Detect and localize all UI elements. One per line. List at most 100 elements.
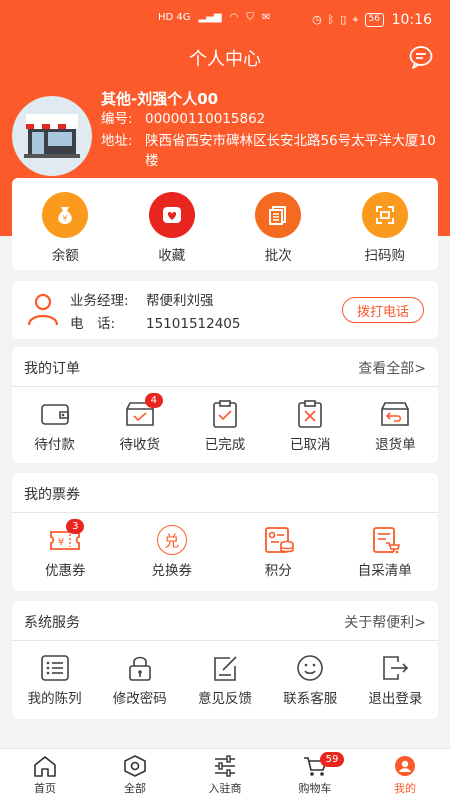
signal-icon: ▂▄▆: [198, 12, 222, 23]
quick-actions: ¥ 余额 收藏 批次 扫码购: [12, 178, 438, 270]
phone-value: 15101512405: [146, 316, 241, 332]
quick-favorites-label: 收藏: [158, 248, 186, 264]
nav-profile-label: 我的: [394, 782, 416, 795]
manager-name: 帮便利刘强: [146, 293, 214, 309]
person-icon: [27, 293, 59, 326]
quick-balance-label: 余额: [51, 248, 79, 264]
user-name: 其他-刘强个人00: [101, 90, 219, 108]
coupon-discount[interactable]: ¥ 3 优惠券: [12, 513, 119, 579]
system-title: 系统服务: [24, 615, 80, 631]
mail-icon: ✉: [261, 12, 271, 23]
nav-all[interactable]: 全部: [90, 749, 180, 800]
system-services-section: 系统服务 关于帮便利> 我的陈列 修改密码 意见反馈 联系客服 退出登录: [12, 601, 438, 719]
alarm-icon: ◷: [312, 13, 322, 26]
nav-profile[interactable]: 我的: [360, 749, 450, 800]
user-id-value: 00000110015862: [145, 111, 266, 127]
scan-icon: [361, 192, 408, 238]
clipboard-check-icon: [213, 400, 237, 428]
wallet-icon: [40, 404, 69, 425]
quick-scan-label: 扫码购: [364, 248, 406, 264]
phone-label: 电 话:: [70, 316, 116, 332]
sliders-icon: [215, 755, 235, 777]
location-icon: ⌖: [352, 13, 359, 26]
coupon-exchange[interactable]: 兑 兑换券: [119, 513, 226, 579]
list-cart-icon: [372, 527, 400, 554]
about-link[interactable]: 关于帮便利>: [344, 612, 426, 632]
order-returns[interactable]: 退货单: [353, 387, 438, 453]
page-title: 个人中心: [189, 49, 261, 70]
coupon-badge: 3: [66, 519, 85, 534]
coupon-exchange-label: 兑换券: [151, 563, 193, 579]
service-change-password[interactable]: 修改密码: [97, 641, 182, 707]
quick-favorites[interactable]: 收藏: [119, 178, 226, 270]
business-manager-card: 业务经理: 帮便利刘强 电 话: 15101512405 拨打电话: [12, 281, 438, 339]
nav-cart-label: 购物车: [298, 782, 332, 795]
order-cancelled[interactable]: 已取消: [268, 387, 353, 453]
user-id-label: 编号:: [101, 111, 133, 127]
smile-icon: [297, 655, 324, 681]
coupon-self-purchase[interactable]: 自采清单: [332, 513, 439, 579]
coupon-points-label: 积分: [264, 563, 292, 579]
nav-cart[interactable]: 59 购物车: [270, 749, 360, 800]
system-header: 系统服务 关于帮便利>: [12, 601, 438, 641]
order-pending-receipt[interactable]: 4 待收货: [97, 387, 182, 453]
points-icon: [265, 527, 295, 553]
order-pending-payment-label: 待付款: [34, 437, 75, 453]
quick-batch[interactable]: 批次: [225, 178, 332, 270]
quick-scan[interactable]: 扫码购: [332, 178, 439, 270]
service-my-display[interactable]: 我的陈列: [12, 641, 97, 707]
battery-icon: 56: [364, 13, 384, 27]
user-address-value: 陕西省西安市碑林区长安北路56号太平洋大厦10楼: [145, 133, 436, 169]
order-cancelled-label: 已取消: [289, 437, 331, 453]
network-indicator: HD 4G ▂▄▆ ◠ ⛉ ✉: [158, 12, 271, 23]
service-customer-support[interactable]: 联系客服: [268, 641, 353, 707]
shield-icon: ⛉: [246, 12, 254, 23]
service-change-password-label: 修改密码: [112, 691, 167, 707]
svg-text:¥: ¥: [63, 214, 68, 223]
call-button[interactable]: 拨打电话: [342, 297, 424, 323]
user-id-row: 编号: 00000110015862: [101, 109, 265, 129]
coupon-points[interactable]: 积分: [225, 513, 332, 579]
user-address-label: 地址:: [101, 133, 133, 149]
nav-merchants[interactable]: 入驻商: [180, 749, 270, 800]
service-my-display-label: 我的陈列: [27, 691, 82, 707]
profile-icon: [395, 756, 415, 776]
lock-icon: [128, 656, 151, 681]
bottom-nav: 首页 全部 入驻商 59 购物车 我的: [0, 748, 450, 800]
service-logout[interactable]: 退出登录: [353, 641, 438, 707]
heart-icon: [148, 192, 195, 238]
nav-home-label: 首页: [34, 782, 56, 795]
user-address-row: 地址: 陕西省西安市碑林区长安北路56号太平洋大厦10楼: [101, 131, 441, 171]
feedback-icon: [214, 656, 237, 681]
message-icon[interactable]: [408, 44, 434, 70]
order-returns-label: 退货单: [375, 437, 416, 453]
coupons-title: 我的票券: [24, 487, 80, 503]
coupon-self-purchase-label: 自采清单: [357, 563, 412, 579]
bluetooth-icon: ᛒ: [327, 13, 335, 26]
view-all-orders-link[interactable]: 查看全部>: [358, 358, 426, 378]
manager-row: 业务经理: 帮便利刘强: [70, 289, 214, 309]
system-items: 我的陈列 修改密码 意见反馈 联系客服 退出登录: [12, 641, 438, 707]
money-bag-icon: ¥: [42, 192, 89, 238]
nav-all-label: 全部: [124, 782, 146, 795]
exchange-icon: 兑: [155, 525, 189, 555]
avatar[interactable]: [12, 96, 92, 176]
nav-home[interactable]: 首页: [0, 749, 90, 800]
service-feedback-label: 意见反馈: [198, 691, 252, 707]
order-badge: 4: [144, 393, 163, 408]
list-icon: [40, 655, 69, 681]
order-pending-payment[interactable]: 待付款: [12, 387, 97, 453]
quick-balance[interactable]: ¥ 余额: [12, 178, 119, 270]
coupon-discount-label: 优惠券: [45, 563, 86, 579]
orders-items: 待付款 4 待收货 已完成 已取消 退货单: [12, 387, 438, 453]
return-box-icon: [381, 402, 410, 426]
my-orders-section: 我的订单 查看全部> 待付款 4 待收货 已完成 已取消 退货单: [12, 347, 438, 463]
vibrate-icon: ▯: [340, 13, 347, 26]
service-feedback[interactable]: 意见反馈: [182, 641, 267, 707]
service-customer-support-label: 联系客服: [283, 691, 338, 707]
my-coupons-section: 我的票券 ¥ 3 优惠券 兑 兑换券 积分 自采清单: [12, 473, 438, 591]
shop-icon: [24, 114, 80, 158]
manager-phone-row: 电 话: 15101512405: [70, 312, 240, 332]
svg-text:¥: ¥: [58, 537, 64, 548]
order-completed[interactable]: 已完成: [182, 387, 267, 453]
